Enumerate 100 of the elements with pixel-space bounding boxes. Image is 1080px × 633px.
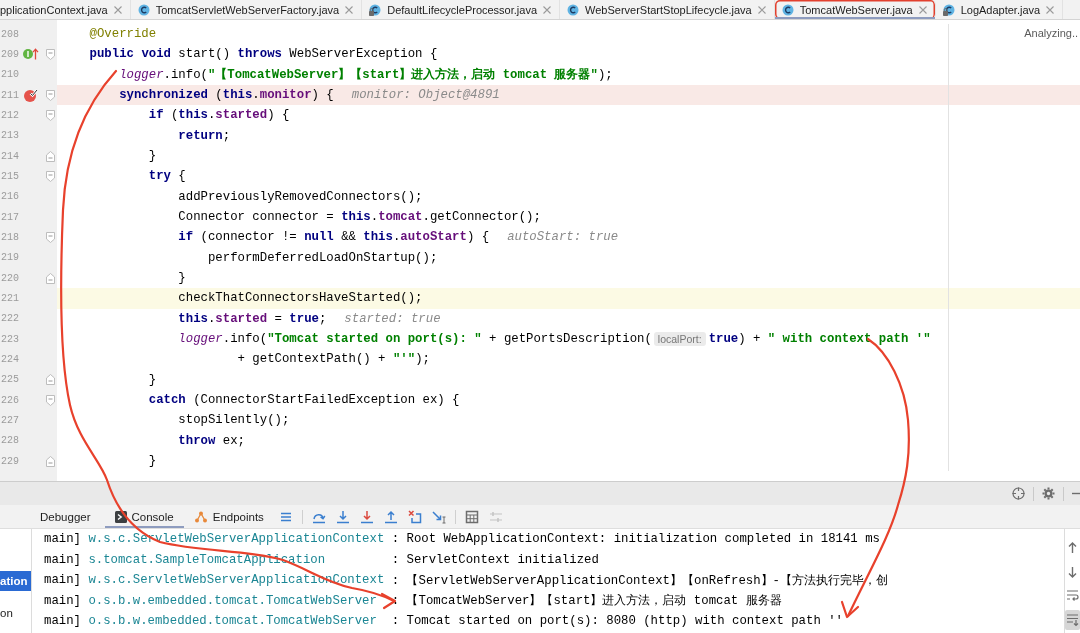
editor-tab[interactable]: TomcatServletWebServerFactory.java xyxy=(130,0,363,19)
close-icon[interactable] xyxy=(345,5,354,14)
line-number: 209 xyxy=(0,49,19,60)
log-message: : Root WebApplicationContext: initialization completed in 18141 ms xyxy=(391,532,880,547)
log-message: : 【TomcatWebServer】【start】进入方法，启动 tomcat 服务器 xyxy=(391,593,782,610)
line-number: 215 xyxy=(0,170,19,182)
code-line: return; xyxy=(178,128,231,143)
line-number: 214 xyxy=(0,150,19,162)
thread-name: main] xyxy=(44,593,81,608)
inline-value-hint: monitor: Object@4891 xyxy=(351,88,500,103)
code-line: addPreviouslyRemovedConnectors(); xyxy=(178,189,423,204)
close-icon[interactable] xyxy=(113,5,122,14)
fold-marker-icon[interactable] xyxy=(45,272,55,284)
code-line: if (connector != null && this.autoStart) { xyxy=(178,230,490,245)
code-line: throw ex; xyxy=(178,433,245,448)
inline-value-hint: started: true xyxy=(344,311,441,326)
class-lock-icon xyxy=(942,3,955,16)
log-message: : ServletContext initialized xyxy=(391,552,599,567)
fold-marker-icon[interactable] xyxy=(45,231,55,243)
editor-tab[interactable]: LogAdapter.java xyxy=(935,0,1064,19)
code-line: logger.info("Tomcat started on port(s): " + getPortsDescription( xyxy=(178,332,652,347)
down-arrow-icon[interactable] xyxy=(335,509,350,524)
fold-marker-icon[interactable] xyxy=(45,394,55,406)
line-number: 208 xyxy=(0,28,19,40)
line-number: 211 xyxy=(0,89,19,101)
scroll-to-end-icon[interactable] xyxy=(1065,610,1080,630)
code-line: performDeferredLoadOnStartup(); xyxy=(207,250,438,265)
fold-marker-icon[interactable] xyxy=(45,374,55,386)
debug-tab[interactable]: Console xyxy=(104,505,184,528)
log-message: : 【ServletWebServerApplicationContext】【onRefresh】-【方法执行完毕，创 xyxy=(391,572,888,589)
code-line: @Override xyxy=(89,27,157,42)
thread-name: main] xyxy=(44,614,81,629)
code-line: this.started = true; xyxy=(178,311,327,326)
code-line: Connector connector = this.tomcat.getConnector(); xyxy=(178,210,541,225)
fold-marker-icon[interactable] xyxy=(45,170,55,182)
editor-tab[interactable]: DefaultLifecycleProcessor.java xyxy=(362,0,561,19)
up-arrow-icon[interactable] xyxy=(383,509,398,524)
fold-marker-icon[interactable] xyxy=(45,89,55,101)
code-line: true) + " with context path '" xyxy=(708,332,931,347)
breakpoint-icon[interactable] xyxy=(24,88,38,102)
code-line: } xyxy=(148,372,157,387)
tree-item[interactable]: on xyxy=(0,603,31,623)
code-line: stopSilently(); xyxy=(178,413,290,428)
crosshair-icon[interactable] xyxy=(1012,487,1025,500)
class-icon xyxy=(781,3,794,16)
tree-item[interactable]: ation xyxy=(0,571,31,591)
line-number: 217 xyxy=(0,211,19,223)
fold-marker-icon[interactable] xyxy=(45,109,55,121)
up-arrow-marker-icon[interactable] xyxy=(23,48,39,61)
inline-value-hint: autoStart: true xyxy=(507,230,619,245)
settings-icon[interactable] xyxy=(1042,487,1055,500)
code-line: try { xyxy=(148,169,186,184)
line-number: 224 xyxy=(0,353,19,365)
line-number: 216 xyxy=(0,191,19,203)
class-icon xyxy=(567,3,580,16)
line-number: 213 xyxy=(0,130,19,142)
code-line: logger.info("【TomcatWebServer】【start】进入方法，启动 tomcat 服务器"); xyxy=(119,66,613,84)
thread-name: main] xyxy=(44,532,81,547)
log-message: : Tomcat started on port(s): 8080 (http) with context path '' xyxy=(391,614,843,629)
line-number: 218 xyxy=(0,231,19,243)
line-number: 220 xyxy=(0,272,19,284)
editor-tab[interactable]: TomcatWebServer.java xyxy=(774,0,936,19)
fold-marker-icon[interactable] xyxy=(45,150,55,162)
code-line: + getContextPath() + "'"); xyxy=(237,352,430,367)
debug-tab[interactable]: Debugger xyxy=(32,505,105,528)
line-number: 221 xyxy=(0,292,19,304)
code-line: } xyxy=(178,271,186,286)
fold-marker-icon[interactable] xyxy=(45,455,55,467)
cross-frame-icon[interactable] xyxy=(407,509,422,524)
line-number: 219 xyxy=(0,252,19,264)
thread-name: main] xyxy=(44,573,81,588)
editor-tab[interactable]: pplicationContext.java xyxy=(0,0,131,19)
line-number: 229 xyxy=(0,455,19,467)
analysis-status: Analyzing.. xyxy=(1024,27,1078,39)
parameter-hint: localPort: xyxy=(653,332,706,347)
nodes-icon xyxy=(193,510,208,523)
down-arrow-icon[interactable] xyxy=(359,509,374,524)
line-number: 210 xyxy=(0,69,19,81)
line-number: 225 xyxy=(0,374,19,386)
line-number: 228 xyxy=(0,435,19,447)
close-icon[interactable] xyxy=(918,5,927,14)
close-icon[interactable] xyxy=(757,5,766,14)
code-line: } xyxy=(148,149,157,164)
class-icon xyxy=(137,3,150,16)
line-number: 222 xyxy=(0,313,19,325)
arrow-cursor-icon[interactable] xyxy=(431,509,446,524)
code-line: } xyxy=(148,454,157,469)
close-icon[interactable] xyxy=(543,5,552,14)
code-line: checkThatConnectorsHaveStarted(); xyxy=(178,291,423,306)
calculator-icon[interactable] xyxy=(464,509,479,524)
debug-tab[interactable]: Endpoints xyxy=(183,505,274,528)
fold-marker-icon[interactable] xyxy=(45,49,55,60)
class-lock-icon xyxy=(369,3,382,16)
line-number: 226 xyxy=(0,394,19,406)
line-number: 223 xyxy=(0,333,19,345)
logger-name: o.s.b.w.embedded.tomcat.TomcatWebServer xyxy=(88,593,377,608)
code-line: if (this.started) { xyxy=(148,108,290,123)
code-line: catch (ConnectorStartFailedException ex) { xyxy=(148,393,460,408)
close-icon[interactable] xyxy=(1046,5,1055,14)
editor-tab[interactable]: WebServerStartStopLifecycle.java xyxy=(560,0,775,19)
